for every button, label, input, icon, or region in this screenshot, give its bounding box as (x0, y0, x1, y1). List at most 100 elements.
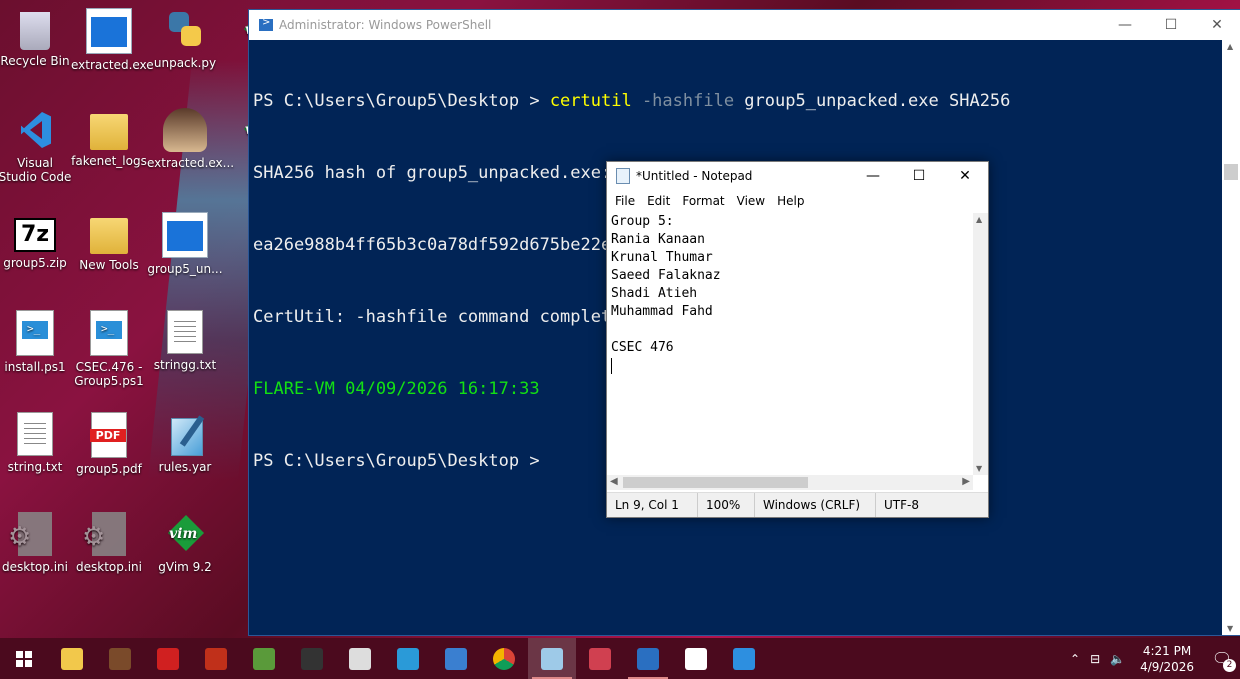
powershell-script-icon (90, 310, 128, 356)
desktop-icon[interactable]: 7z group5.zip (0, 212, 73, 270)
scroll-up-arrow-icon[interactable]: ▲ (1227, 42, 1233, 51)
desktop-icon-label: group5.zip (3, 256, 67, 270)
taskbar-vscode[interactable] (720, 638, 768, 679)
exe-file-icon (162, 212, 208, 258)
scroll-left-arrow-icon[interactable]: ◀ (610, 476, 618, 487)
notepad-window[interactable]: *Untitled - Notepad — ☐ ✕ File Edit Form… (606, 161, 989, 518)
desktop-icon[interactable]: desktop.ini (0, 512, 73, 574)
desktop-icon[interactable]: extracted.exe (71, 8, 154, 72)
magnifier-icon (397, 647, 419, 670)
command-flag: -hashfile (631, 91, 735, 111)
desktop-icon[interactable]: CSEC.476 - Group5.ps1 (71, 310, 147, 388)
taskbar-app-notes[interactable] (240, 638, 288, 679)
recycle-bin-icon (20, 12, 50, 50)
red-app-icon (205, 647, 227, 670)
taskbar-app-search[interactable] (384, 638, 432, 679)
close-button[interactable]: ✕ (942, 162, 988, 190)
text-line: Shadi Atieh (611, 286, 698, 301)
prompt: PS C:\Users\Group5\Desktop > (253, 91, 550, 111)
powershell-icon (259, 17, 273, 31)
desktop-icon-label: install.ps1 (4, 360, 66, 374)
desktop-icon[interactable]: stringg.txt (147, 310, 223, 372)
notification-count: 2 (1223, 659, 1236, 672)
taskbar-chrome[interactable] (480, 638, 528, 679)
desktop-icon[interactable]: group5_un... (147, 212, 223, 276)
scrollbar-thumb[interactable] (623, 477, 808, 488)
vertical-scrollbar[interactable]: ▲ ▼ (1222, 40, 1240, 635)
minimize-button[interactable]: — (850, 162, 896, 190)
scroll-down-arrow-icon[interactable]: ▼ (976, 464, 982, 473)
notepad-icon (541, 647, 563, 670)
taskbar-7zip[interactable] (672, 638, 720, 679)
taskbar-app-bug[interactable] (576, 638, 624, 679)
taskbar-app-monitor[interactable] (432, 638, 480, 679)
line-ending: Windows (CRLF) (755, 493, 876, 517)
taskbar-notepad[interactable] (528, 638, 576, 679)
menu-bar: File Edit Format View Help (607, 190, 988, 212)
ini-file-icon (8, 512, 52, 556)
exe-file-icon (86, 8, 132, 54)
folder-icon (90, 218, 128, 254)
taskbar-terminal[interactable] (288, 638, 336, 679)
scroll-down-arrow-icon[interactable]: ▼ (1227, 624, 1233, 633)
taskbar-app-fn[interactable] (144, 638, 192, 679)
desktop-icon[interactable]: Recycle Bin (0, 8, 73, 68)
desktop-icon[interactable]: extracted.ex... (147, 108, 234, 170)
notepad-title: *Untitled - Notepad (636, 169, 753, 183)
scroll-right-arrow-icon[interactable]: ▶ (962, 476, 970, 487)
desktop-icon[interactable]: New Tools (71, 212, 147, 272)
yara-file-icon (163, 412, 207, 456)
desktop-icon[interactable]: unpack.py (147, 8, 223, 70)
maximize-button[interactable]: ☐ (896, 162, 942, 190)
desktop-icon[interactable]: fakenet_logs (71, 108, 147, 168)
menu-edit[interactable]: Edit (641, 194, 676, 208)
close-button[interactable]: ✕ (1194, 10, 1240, 40)
notifications-button[interactable]: 🗨 2 (1204, 649, 1240, 672)
desktop-icon[interactable]: rules.yar (147, 412, 223, 474)
text-file-icon (167, 310, 203, 354)
folder-icon (90, 114, 128, 150)
volume-icon[interactable]: 🔈 (1105, 652, 1130, 666)
network-icon[interactable]: ⊟ (1085, 652, 1105, 666)
scrollbar-thumb[interactable] (1224, 164, 1238, 180)
desktop-icon[interactable]: group5.pdf (71, 412, 147, 476)
menu-view[interactable]: View (731, 194, 771, 208)
text-line: Krunal Thumar (611, 250, 713, 265)
taskbar-app-portrait[interactable] (96, 638, 144, 679)
desktop-icon[interactable]: string.txt (0, 412, 73, 474)
text-line (611, 321, 977, 339)
taskbar-file-explorer[interactable] (48, 638, 96, 679)
powershell-titlebar[interactable]: Administrator: Windows PowerShell — ☐ ✕ (249, 10, 1240, 40)
taskbar-app-chef[interactable] (336, 638, 384, 679)
menu-help[interactable]: Help (771, 194, 810, 208)
vertical-scrollbar[interactable]: ▲ ▼ (973, 213, 988, 475)
text-caret (611, 357, 612, 374)
text-line: Muhammad Fahd (611, 304, 713, 319)
horizontal-scrollbar[interactable]: ◀ ▶ (607, 475, 973, 490)
console-line: PS C:\Users\Group5\Desktop > certutil -h… (253, 89, 1222, 113)
powershell-script-icon (16, 310, 54, 356)
desktop-icon[interactable]: Visual Studio Code (0, 108, 73, 184)
minimize-button[interactable]: — (1102, 10, 1148, 40)
taskbar-powershell[interactable] (624, 638, 672, 679)
7zip-icon: 7z (14, 218, 56, 252)
tray-chevron-icon[interactable]: ⌃ (1065, 652, 1085, 666)
menu-file[interactable]: File (609, 194, 641, 208)
7zip-icon (685, 647, 707, 670)
text-file-icon (17, 412, 53, 456)
clock[interactable]: 4:21 PM 4/9/2026 (1130, 643, 1204, 675)
text-editor[interactable]: Group 5: Rania Kanaan Krunal Thumar Saeed F… (607, 213, 977, 475)
clock-time: 4:21 PM (1142, 643, 1192, 658)
menu-format[interactable]: Format (676, 194, 730, 208)
notepad-titlebar[interactable]: *Untitled - Notepad — ☐ ✕ (607, 162, 988, 190)
taskbar-start-button[interactable] (0, 638, 48, 679)
desktop-icon[interactable]: install.ps1 (0, 310, 73, 374)
desktop-icon[interactable]: gVim 9.2 (147, 512, 223, 574)
system-tray: ⌃ ⊟ 🔈 4:21 PM 4/9/2026 🗨 2 (1065, 638, 1240, 679)
folder-icon (61, 647, 83, 670)
scroll-up-arrow-icon[interactable]: ▲ (976, 215, 982, 224)
desktop-icon[interactable]: desktop.ini (71, 512, 147, 574)
maximize-button[interactable]: ☐ (1148, 10, 1194, 40)
taskbar-app-red[interactable] (192, 638, 240, 679)
desktop-icon-label: string.txt (7, 460, 63, 474)
